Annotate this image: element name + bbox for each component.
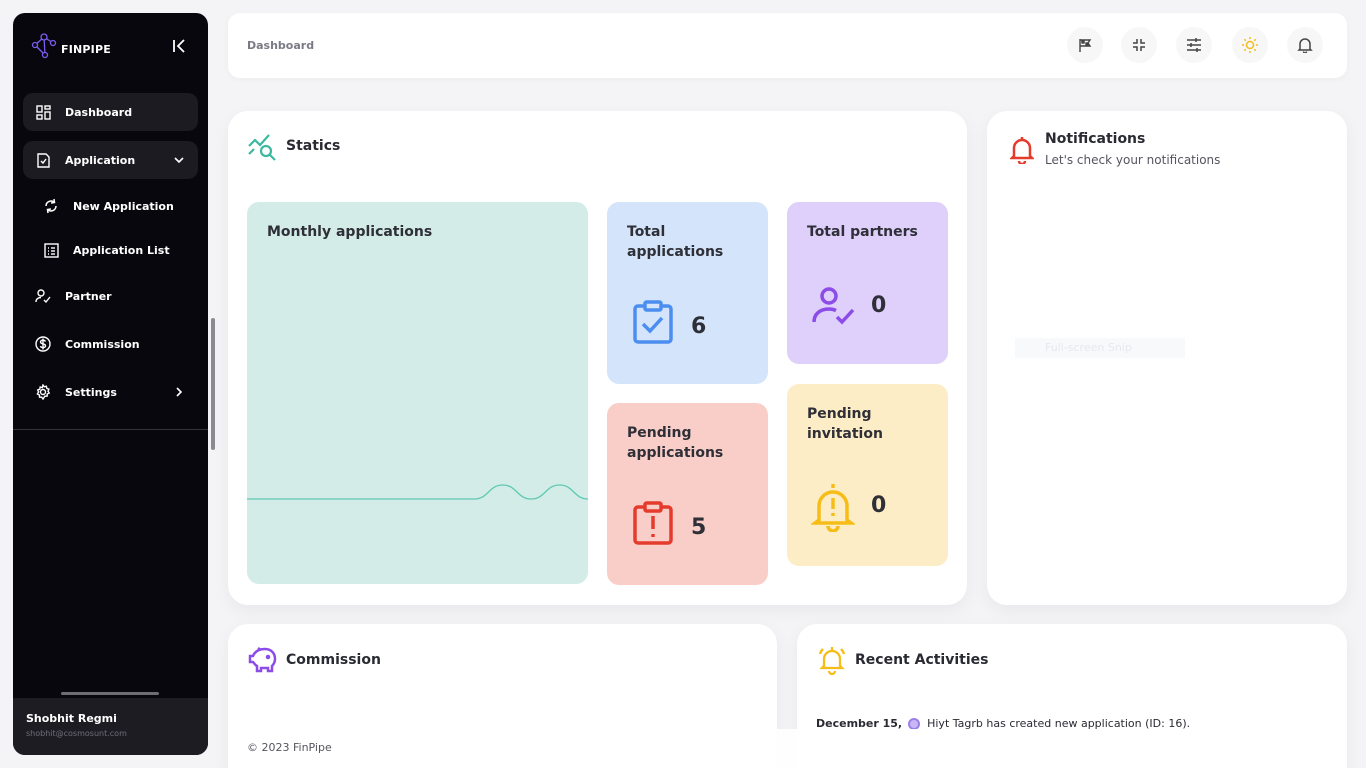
sidebar-item-label: Dashboard: [65, 105, 133, 119]
logo-icon: [31, 33, 57, 59]
recent-activities-title: Recent Activities: [855, 652, 989, 668]
sidebar-divider: [13, 429, 208, 430]
tile-value: 5: [691, 515, 707, 540]
sidebar-item-label: Application: [65, 153, 136, 167]
flag-icon: [1079, 39, 1092, 52]
statics-title: Statics: [286, 138, 341, 154]
tile-label: Total applications: [627, 224, 724, 260]
sidebar-item-dashboard[interactable]: Dashboard: [23, 93, 198, 131]
sidebar-item-label: Commission: [65, 337, 140, 351]
commission-title: Commission: [286, 652, 381, 668]
sun-icon: [1242, 37, 1258, 53]
bell-alert-icon: [811, 484, 855, 532]
footer: © 2023 FinPipe: [228, 729, 1347, 768]
scrollbar[interactable]: [211, 318, 215, 450]
user-panel[interactable]: Shobhit Regmi shobhit@cosmosunt.com: [13, 698, 208, 755]
user-email: shobhit@cosmosunt.com: [26, 729, 127, 738]
tile-value: 6: [691, 314, 707, 339]
refresh-icon: [43, 198, 59, 214]
dollar-circle-icon: [35, 336, 51, 352]
snip-overlay-label: Full-screen Snip: [1015, 338, 1185, 358]
sidebar-scroll-indicator: [61, 692, 159, 695]
sidebar-item-label: Partner: [65, 289, 112, 303]
sidebar-item-new-application[interactable]: New Application: [23, 189, 198, 223]
sidebar-item-partner[interactable]: Partner: [23, 277, 198, 315]
statics-card: Statics Monthly applications Total appli…: [228, 111, 967, 605]
bell-ringing-icon: [818, 647, 846, 675]
tile-label: Total partners: [807, 224, 918, 240]
sliders-icon: [1187, 38, 1201, 52]
notifications-subtitle: Let's check your notifications: [1045, 153, 1221, 167]
piggy-bank-icon: [248, 646, 277, 673]
logo-text: FINPIPE: [61, 42, 111, 56]
sidebar-item-commission[interactable]: Commission: [23, 325, 198, 363]
grid-icon: [35, 104, 51, 120]
customizer-button[interactable]: [1176, 27, 1212, 63]
notifications-title: Notifications: [1045, 131, 1146, 147]
gear-icon: [35, 384, 51, 400]
tile-label: Pending invitation: [807, 406, 883, 442]
clipboard-alert-icon: [633, 501, 673, 545]
footer-copyright: © 2023 FinPipe: [247, 741, 332, 754]
tile-label: Pending applications: [627, 425, 724, 461]
chevron-right-icon[interactable]: [172, 385, 186, 399]
total-applications-tile[interactable]: Total applications 6: [607, 202, 768, 384]
monthly-applications-chart: Monthly applications: [247, 202, 588, 584]
user-name: Shobhit Regmi: [26, 712, 117, 725]
sidebar-item-label: Settings: [65, 385, 117, 399]
breadcrumb: Dashboard: [247, 39, 315, 52]
chevron-down-icon[interactable]: [172, 153, 186, 167]
chart-svg: [247, 484, 588, 500]
sidebar-item-application[interactable]: Application: [23, 141, 198, 179]
notifications-card: Notifications Let's check your notificat…: [987, 111, 1347, 605]
file-check-icon: [35, 152, 51, 168]
tile-value: 0: [871, 493, 887, 518]
sidebar-item-application-list[interactable]: Application List: [23, 233, 198, 267]
total-partners-tile[interactable]: Total partners 0: [787, 202, 948, 364]
pending-invitation-tile[interactable]: Pending invitation 0: [787, 384, 948, 566]
activity-dot: [908, 717, 921, 730]
pending-applications-tile[interactable]: Pending applications 5: [607, 403, 768, 585]
user-check-icon: [812, 287, 855, 325]
logo[interactable]: FINPIPE: [31, 29, 111, 61]
collapse-sidebar-icon[interactable]: [172, 38, 188, 54]
sidebar: FINPIPE Dashboard Application New Applic…: [13, 13, 208, 755]
flag-button[interactable]: [1067, 27, 1103, 63]
chart-series-line: [247, 484, 588, 500]
top-header: Dashboard: [228, 13, 1347, 78]
sidebar-item-label: New Application: [73, 199, 174, 213]
bell-icon: [1010, 137, 1034, 164]
tile-value: 0: [871, 293, 887, 318]
minimize-icon: [1133, 39, 1145, 51]
chart-search-icon: [248, 134, 276, 161]
user-check-icon: [35, 288, 51, 304]
list-icon: [43, 242, 59, 258]
bell-icon: [1297, 38, 1313, 53]
clipboard-check-icon: [633, 300, 673, 344]
notifications-button[interactable]: [1287, 27, 1323, 63]
exit-fullscreen-button[interactable]: [1121, 27, 1157, 63]
theme-toggle-button[interactable]: [1232, 27, 1268, 63]
sidebar-item-label: Application List: [73, 243, 170, 257]
sidebar-nav: Dashboard Application New Application Ap…: [23, 93, 198, 421]
sidebar-item-settings[interactable]: Settings: [23, 373, 198, 411]
